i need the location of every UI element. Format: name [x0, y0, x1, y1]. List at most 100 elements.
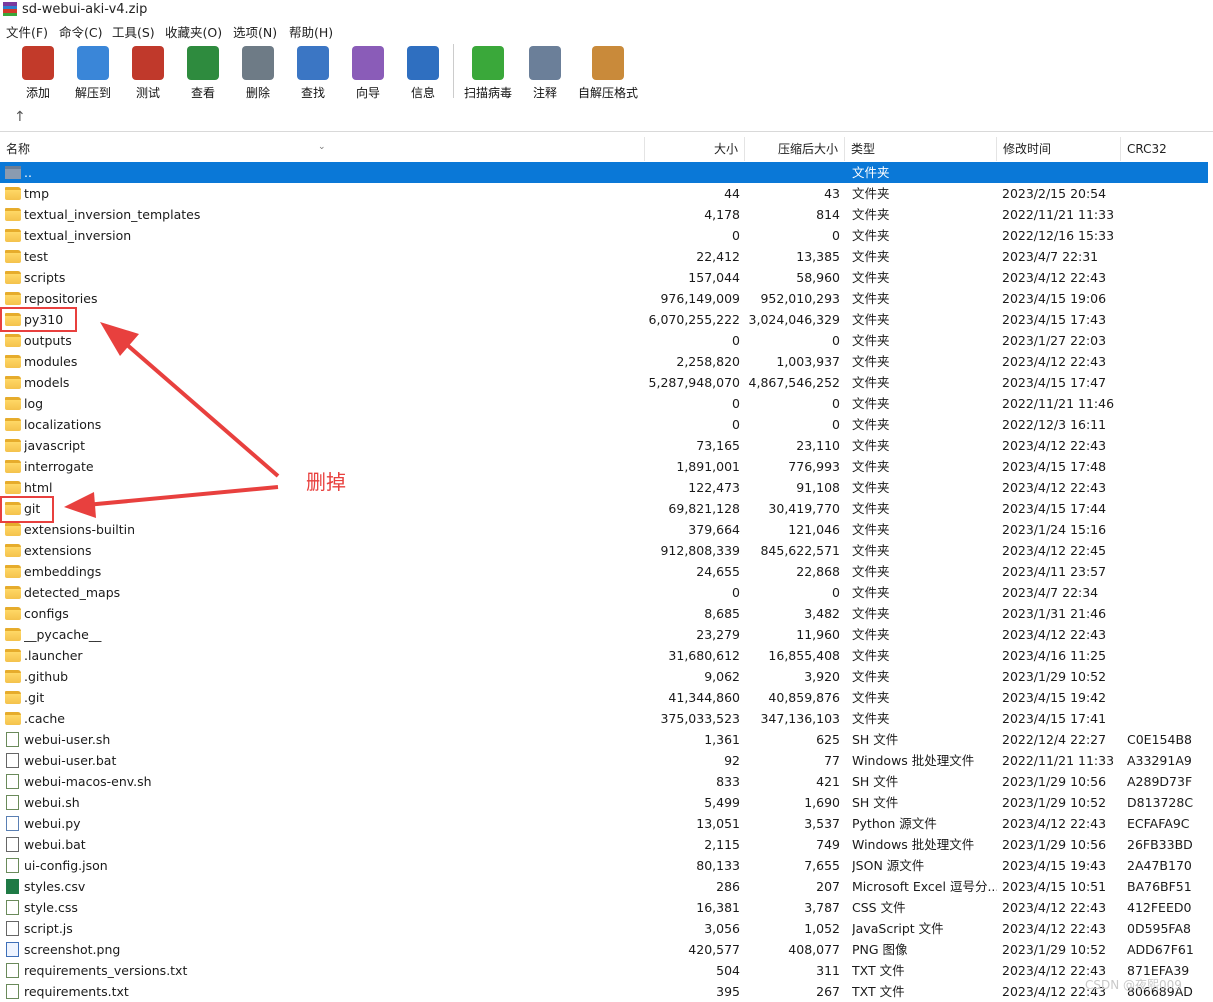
cell-name: webui-user.bat [24, 753, 117, 768]
cell-size: 157,044 [688, 270, 740, 285]
menu-command[interactable]: 命令(C) [59, 22, 102, 41]
cell-modified: 2023/2/15 20:54 [1002, 186, 1107, 201]
toolbar-button-9[interactable]: 注释 [517, 44, 573, 104]
toolbar-button-3[interactable]: 查看 [175, 44, 231, 104]
toolbar-button-0[interactable]: 添加 [10, 44, 66, 104]
file-row[interactable]: models 5,287,948,070 4,867,546,252 文件夹 2023/… [0, 372, 1208, 393]
file-row[interactable]: test 22,412 13,385 文件夹 2023/4/7 22:31 [0, 246, 1208, 267]
toolbar-button-5[interactable]: 查找 [285, 44, 341, 104]
toolbar-button-label: 注释 [532, 86, 557, 100]
cell-size: 0 [732, 417, 740, 432]
file-row[interactable]: webui.py 13,051 3,537 Python 源文件 2023/4/12 2… [0, 813, 1208, 834]
cell-packed: 3,920 [804, 669, 840, 684]
file-row[interactable]: detected_maps 0 0 文件夹 2023/4/7 22:34 [0, 582, 1208, 603]
cell-name: .launcher [24, 648, 83, 663]
file-row[interactable]: html 122,473 91,108 文件夹 2023/4/12 22:43 [0, 477, 1208, 498]
cell-modified: 2023/4/12 22:45 [1002, 543, 1107, 558]
file-row[interactable]: localizations 0 0 文件夹 2022/12/3 16:11 [0, 414, 1208, 435]
cell-modified: 2023/4/7 22:34 [1002, 585, 1099, 600]
file-row[interactable]: ui-config.json 80,133 7,655 JSON 源文件 2023/4/… [0, 855, 1208, 876]
file-row[interactable]: log 0 0 文件夹 2022/11/21 11:46 [0, 393, 1208, 414]
cell-packed: 0 [832, 396, 840, 411]
cell-size: 22,412 [696, 249, 740, 264]
file-row[interactable]: embeddings 24,655 22,868 文件夹 2023/4/11 23:57 [0, 561, 1208, 582]
file-row[interactable]: git 69,821,128 30,419,770 文件夹 2023/4/15 17:4… [0, 498, 1208, 519]
up-arrow-icon[interactable]: ↑ [14, 109, 26, 125]
header-modified[interactable]: 修改时间 [997, 137, 1121, 161]
file-row[interactable]: configs 8,685 3,482 文件夹 2023/1/31 21:46 [0, 603, 1208, 624]
cell-name: configs [24, 606, 69, 621]
file-row[interactable]: webui.sh 5,499 1,690 SH 文件 2023/1/29 10:52 D8… [0, 792, 1208, 813]
cell-size: 2,115 [704, 837, 740, 852]
file-row[interactable]: repositories 976,149,009 952,010,293 文件夹 202… [0, 288, 1208, 309]
cell-type: 文件夹 [852, 648, 890, 663]
file-row[interactable]: webui-user.bat 92 77 Windows 批处理文件 2022/11/2… [0, 750, 1208, 771]
toolbar-button-6[interactable]: 向导 [340, 44, 396, 104]
cell-crc: 2A47B170 [1127, 858, 1192, 873]
file-row[interactable]: javascript 73,165 23,110 文件夹 2023/4/12 22:43 [0, 435, 1208, 456]
file-row[interactable]: requirements.txt 395 267 TXT 文件 2023/4/12 22… [0, 981, 1208, 1002]
file-row[interactable]: .. 文件夹 [0, 162, 1208, 183]
file-row[interactable]: py310 6,070,255,222 3,024,046,329 文件夹 2023/4… [0, 309, 1208, 330]
file-row[interactable]: webui.bat 2,115 749 Windows 批处理文件 2023/1/29 … [0, 834, 1208, 855]
file-row[interactable]: .cache 375,033,523 347,136,103 文件夹 2023/4/15… [0, 708, 1208, 729]
file-row[interactable]: script.js 3,056 1,052 JavaScript 文件 2023/4/1… [0, 918, 1208, 939]
header-name[interactable]: 名称 ⌄ [0, 137, 645, 161]
cell-type: 文件夹 [852, 333, 890, 348]
file-row[interactable]: style.css 16,381 3,787 CSS 文件 2023/4/12 22:4… [0, 897, 1208, 918]
file-row[interactable]: styles.csv 286 207 Microsoft Excel 逗号分... 20… [0, 876, 1208, 897]
folder-icon [5, 502, 21, 515]
menu-options[interactable]: 选项(N) [233, 22, 277, 41]
file-row[interactable]: interrogate 1,891,001 776,993 文件夹 2023/4/15 … [0, 456, 1208, 477]
cell-name: javascript [24, 438, 86, 453]
header-size[interactable]: 大小 [645, 137, 745, 161]
cell-packed: 22,868 [796, 564, 840, 579]
folder-icon [5, 313, 21, 326]
file-row[interactable]: textual_inversion_templates 4,178 814 文件夹 20… [0, 204, 1208, 225]
cell-name: embeddings [24, 564, 102, 579]
cell-packed: 776,993 [788, 459, 840, 474]
cell-name: localizations [24, 417, 102, 432]
file-row[interactable]: scripts 157,044 58,960 文件夹 2023/4/12 22:43 [0, 267, 1208, 288]
file-row[interactable]: webui-user.sh 1,361 625 SH 文件 2022/12/4 22:2… [0, 729, 1208, 750]
header-crc32[interactable]: CRC32 [1121, 137, 1208, 161]
menu-favorites[interactable]: 收藏夹(O) [165, 22, 222, 41]
test-checklist-icon [132, 46, 164, 80]
toolbar-button-8[interactable]: 扫描病毒 [460, 44, 516, 104]
toolbar-button-4[interactable]: 删除 [230, 44, 286, 104]
file-row[interactable]: screenshot.png 420,577 408,077 PNG 图像 2023/1… [0, 939, 1208, 960]
cell-type: SH 文件 [852, 774, 899, 789]
cell-packed: 11,960 [796, 627, 840, 642]
cell-name: __pycache__ [24, 627, 102, 642]
cell-packed: 1,690 [804, 795, 840, 810]
toolbar-button-10[interactable]: 自解压格式 [578, 44, 638, 104]
cell-packed: 91,108 [796, 480, 840, 495]
file-row[interactable]: .launcher 31,680,612 16,855,408 文件夹 2023/4/1… [0, 645, 1208, 666]
cell-packed: 0 [832, 417, 840, 432]
cell-type: 文件夹 [852, 186, 890, 201]
menu-tools[interactable]: 工具(S) [112, 22, 155, 41]
file-row[interactable]: tmp 44 43 文件夹 2023/2/15 20:54 [0, 183, 1208, 204]
file-row[interactable]: webui-macos-env.sh 833 421 SH 文件 2023/1/29 1… [0, 771, 1208, 792]
file-row[interactable]: requirements_versions.txt 504 311 TXT 文件 202… [0, 960, 1208, 981]
file-row[interactable]: modules 2,258,820 1,003,937 文件夹 2023/4/12 22… [0, 351, 1208, 372]
header-type[interactable]: 类型 [845, 137, 997, 161]
cell-size: 1,361 [704, 732, 740, 747]
file-row[interactable]: .github 9,062 3,920 文件夹 2023/1/29 10:52 [0, 666, 1208, 687]
menu-help[interactable]: 帮助(H) [289, 22, 333, 41]
file-row[interactable]: __pycache__ 23,279 11,960 文件夹 2023/4/12 22:4… [0, 624, 1208, 645]
toolbar-button-7[interactable]: 信息 [395, 44, 451, 104]
file-row[interactable]: .git 41,344,860 40,859,876 文件夹 2023/4/15 19:… [0, 687, 1208, 708]
header-packed-size[interactable]: 压缩后大小 [745, 137, 845, 161]
file-icon [6, 837, 19, 852]
menu-file[interactable]: 文件(F) [6, 22, 48, 41]
file-row[interactable]: textual_inversion 0 0 文件夹 2022/12/16 15:33 [0, 225, 1208, 246]
toolbar-button-1[interactable]: 解压到 [65, 44, 121, 104]
file-icon [6, 795, 19, 810]
toolbar-button-2[interactable]: 测试 [120, 44, 176, 104]
file-row[interactable]: extensions-builtin 379,664 121,046 文件夹 2023/… [0, 519, 1208, 540]
cell-type: TXT 文件 [852, 963, 905, 978]
cell-modified: 2023/1/31 21:46 [1002, 606, 1107, 621]
file-row[interactable]: extensions 912,808,339 845,622,571 文件夹 2023/… [0, 540, 1208, 561]
file-row[interactable]: outputs 0 0 文件夹 2023/1/27 22:03 [0, 330, 1208, 351]
